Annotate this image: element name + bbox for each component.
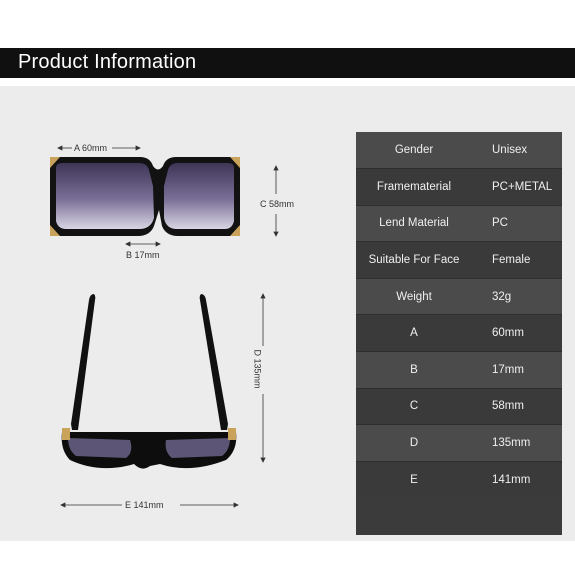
spec-value: 58mm <box>472 388 562 426</box>
spec-row: A 60mm <box>356 314 562 353</box>
spec-row: B 17mm <box>356 351 562 389</box>
spec-value: PC+METAL <box>472 168 562 206</box>
spec-value: 32g <box>472 278 562 316</box>
right-lens <box>164 163 234 229</box>
dimension-label-b: B 17mm <box>126 250 160 260</box>
front-view-glasses <box>50 157 240 236</box>
spec-label: D <box>356 424 472 462</box>
spec-row: E 141mm <box>356 461 562 499</box>
spec-row: C 58mm <box>356 388 562 426</box>
spec-row: Suitable For Face Female <box>356 241 562 279</box>
spec-label: Lend Material <box>356 205 472 243</box>
spec-label: B <box>356 351 472 389</box>
spec-label: E <box>356 461 472 499</box>
spec-table-footer <box>356 497 562 535</box>
spec-value: 135mm <box>472 424 562 462</box>
dimension-label-c: C 58mm <box>260 199 295 209</box>
spec-label: Gender <box>356 132 472 170</box>
spec-value: Unisex <box>472 132 562 170</box>
spec-value: Female <box>472 241 562 279</box>
spec-row: Gender Unisex <box>356 132 562 170</box>
dimension-label-d: D 135mm <box>252 349 263 389</box>
spec-value: 141mm <box>472 461 562 499</box>
dimension-label-e: E 141mm <box>125 500 164 510</box>
spec-label: A <box>356 314 472 353</box>
spec-row: D 135mm <box>356 424 562 462</box>
spec-row: Weight 32g <box>356 278 562 316</box>
spec-label: Weight <box>356 278 472 316</box>
spec-label: C <box>356 388 472 426</box>
left-lens <box>56 163 154 229</box>
spec-value: 17mm <box>472 351 562 389</box>
dimension-label-a: A 60mm <box>74 143 108 153</box>
spec-label: Framematerial <box>356 168 472 206</box>
dimension-line-b <box>125 241 161 247</box>
spec-table: Gender Unisex Framematerial PC+METAL Len… <box>356 132 562 499</box>
spec-label: Suitable For Face <box>356 241 472 279</box>
spec-value: 60mm <box>472 314 562 353</box>
top-view-glasses <box>61 294 237 469</box>
spec-value: PC <box>472 205 562 243</box>
spec-row: Framematerial PC+METAL <box>356 168 562 206</box>
spec-row: Lend Material PC <box>356 205 562 243</box>
